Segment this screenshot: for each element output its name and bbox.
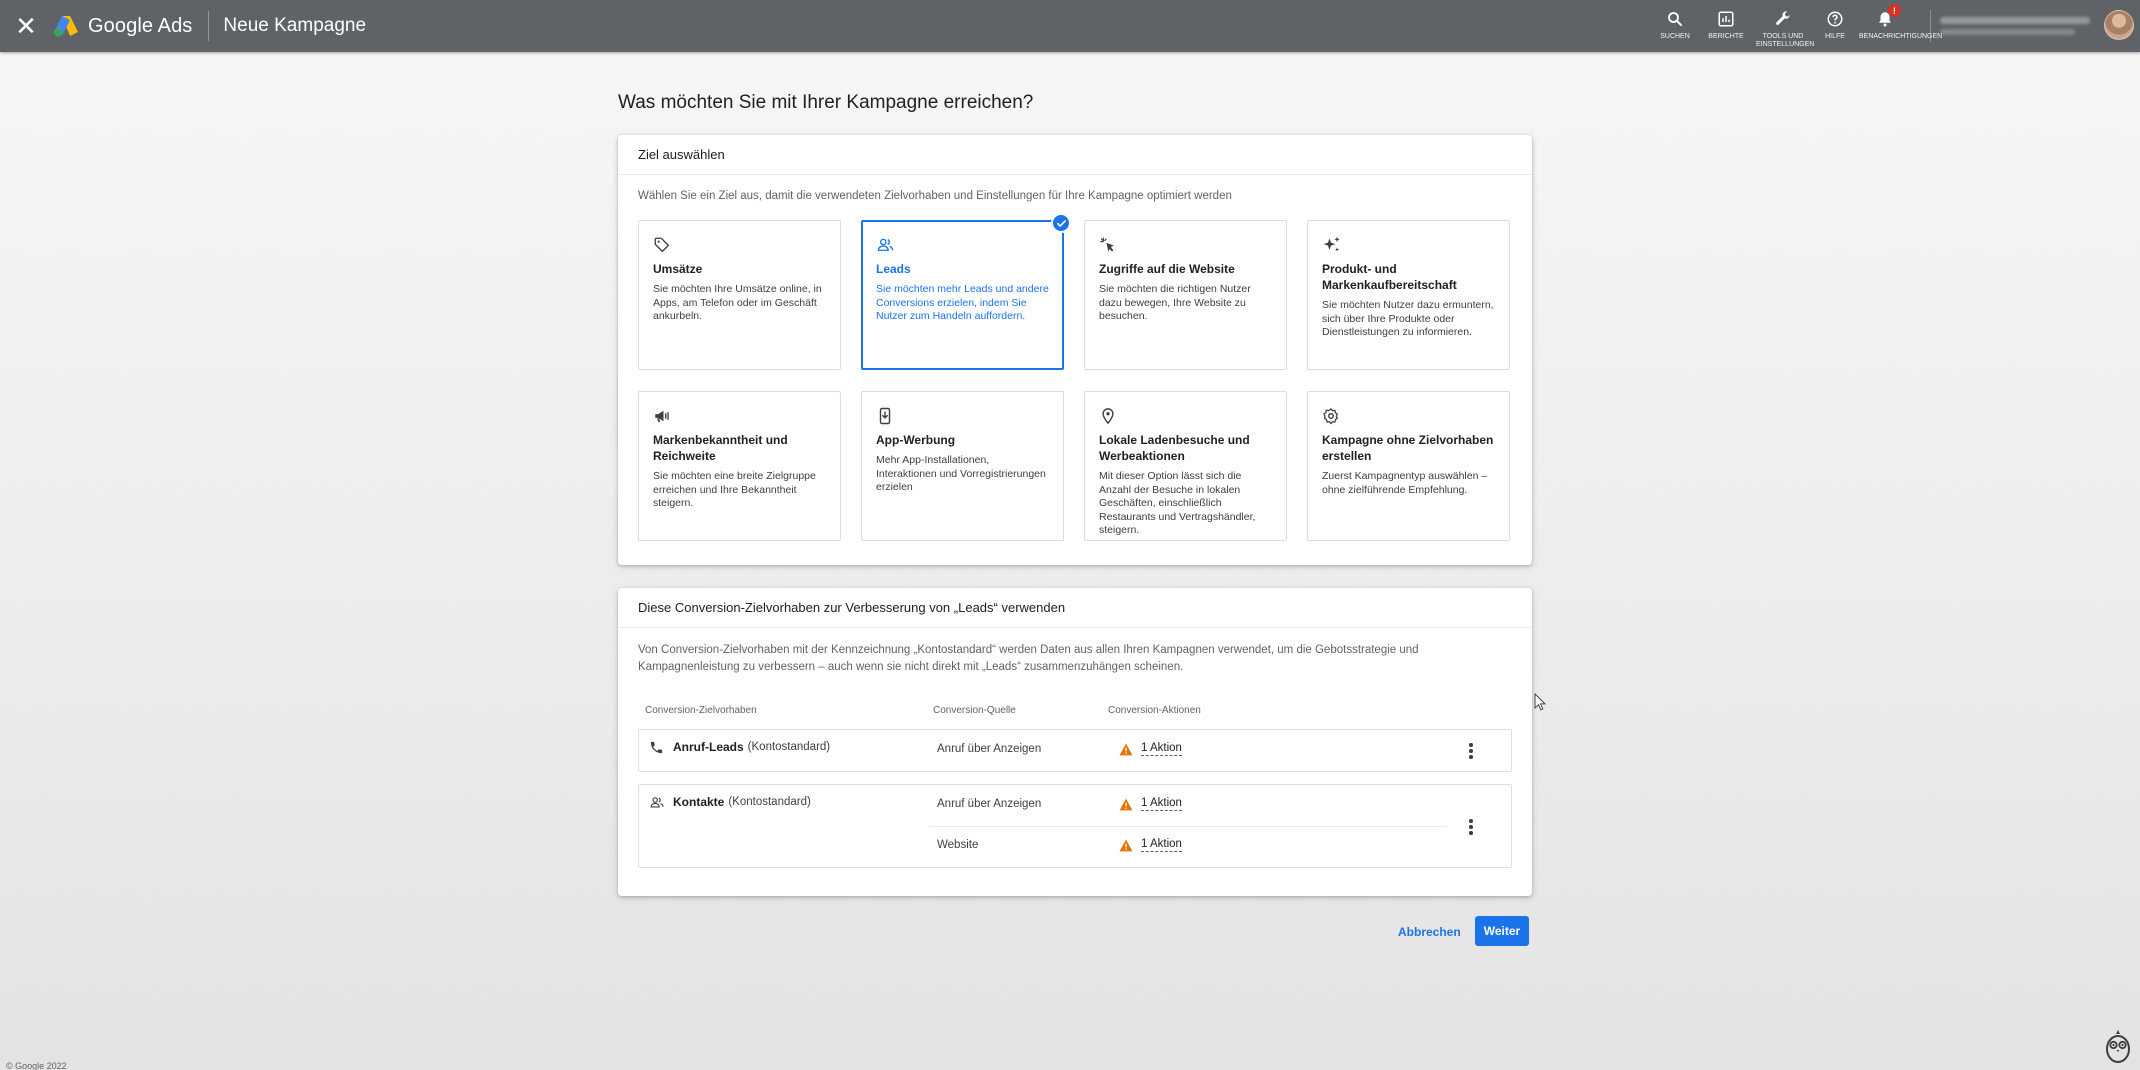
goal-tile-title: Produkt- und Markenkaufbereitschaft bbox=[1322, 262, 1457, 292]
goal-tile-title: Leads bbox=[876, 262, 911, 276]
conversion-source: Anruf über Anzeigen bbox=[937, 798, 1042, 810]
search-button[interactable]: SUCHEN bbox=[1650, 0, 1700, 52]
goal-selection-card: Ziel auswählen Wählen Sie ein Ziel aus, … bbox=[618, 135, 1532, 565]
goal-tile-no-goal[interactable]: Kampagne ohne Zielvorhaben erstellen Zue… bbox=[1307, 391, 1510, 541]
goal-tile-desc: Sie möchten mehr Leads und andere Conver… bbox=[876, 283, 1049, 322]
goal-tile-sales[interactable]: Umsätze Sie möchten Ihre Umsätze online,… bbox=[638, 220, 841, 370]
page-title: Neue Kampagne bbox=[223, 15, 367, 36]
conversion-card-title: Diese Conversion-Zielvorhaben zur Verbes… bbox=[618, 588, 1532, 628]
goal-tile-website-traffic[interactable]: Zugriffe auf die Website Sie möchten die… bbox=[1084, 220, 1287, 370]
conversion-actions-count: 1 Aktion bbox=[1141, 838, 1182, 852]
goal-tile-title: Kampagne ohne Zielvorhaben erstellen bbox=[1322, 433, 1494, 463]
tools-label: TOOLS UND EINSTELLUNGEN bbox=[1756, 33, 1815, 48]
contacts-icon bbox=[649, 794, 665, 810]
conversion-goal-label: Anruf-Leads bbox=[673, 740, 744, 754]
next-button[interactable]: Weiter bbox=[1475, 916, 1529, 946]
owl-icon[interactable] bbox=[2103, 1028, 2133, 1064]
row-menu-icon[interactable] bbox=[1463, 741, 1479, 761]
conversion-actions-link[interactable]: 1 Aktion bbox=[1119, 838, 1182, 852]
megaphone-icon bbox=[653, 406, 673, 426]
top-actions: SUCHEN BERICHTE TOOLS UND EINSTELLUNGEN … bbox=[1650, 0, 1943, 52]
account-default-tag: (Kontostandard) bbox=[747, 741, 831, 753]
notifications-button[interactable]: ! BENACHRICHTIGUNGEN bbox=[1856, 0, 1943, 52]
people-icon bbox=[876, 235, 896, 255]
column-header-actions: Conversion-Aktionen bbox=[1108, 705, 1201, 716]
goal-tile-title: Zugriffe auf die Website bbox=[1099, 262, 1235, 276]
goal-tile-app-promotion[interactable]: App-Werbung Mehr App-Installationen, Int… bbox=[861, 391, 1064, 541]
notification-badge: ! bbox=[1887, 4, 1901, 17]
goal-tile-leads[interactable]: Leads Sie möchten mehr Leads und andere … bbox=[861, 213, 1071, 370]
close-icon[interactable]: ✕ bbox=[0, 0, 52, 52]
mouse-cursor-icon bbox=[1534, 693, 1546, 711]
column-header-source: Conversion-Quelle bbox=[933, 705, 1016, 716]
header-divider bbox=[208, 11, 210, 41]
gear-icon bbox=[1322, 406, 1342, 426]
table-row: Kontakte (Kontostandard) Anruf über Anze… bbox=[638, 784, 1512, 868]
row-divider bbox=[929, 826, 1447, 827]
google-ads-logo-icon bbox=[53, 16, 78, 37]
top-app-bar: ✕ Google Ads Neue Kampagne SUCHEN BERICH… bbox=[0, 0, 2140, 52]
goal-card-title: Ziel auswählen bbox=[618, 135, 1532, 175]
sparkle-icon bbox=[1322, 235, 1342, 255]
account-divider bbox=[1930, 10, 1931, 42]
goal-tile-local-visits[interactable]: Lokale Ladenbesuche und Werbeaktionen Mi… bbox=[1084, 391, 1287, 541]
goal-tile-title: Markenbekanntheit und Reichweite bbox=[653, 433, 788, 463]
tag-icon bbox=[653, 235, 673, 255]
wrench-icon bbox=[1772, 8, 1794, 30]
cursor-click-icon bbox=[1099, 235, 1119, 255]
conversion-goals-card: Diese Conversion-Zielvorhaben zur Verbes… bbox=[618, 588, 1532, 896]
help-label: HILFE bbox=[1825, 33, 1845, 40]
account-default-tag: (Kontostandard) bbox=[728, 796, 811, 808]
conversion-goal-label: Kontakte bbox=[673, 795, 725, 809]
conversion-actions-link[interactable]: 1 Aktion bbox=[1119, 742, 1182, 756]
help-icon bbox=[1824, 8, 1846, 30]
location-pin-icon bbox=[1099, 406, 1119, 426]
avatar[interactable] bbox=[2104, 10, 2134, 40]
account-info-redacted[interactable] bbox=[1940, 12, 2090, 40]
phone-icon bbox=[649, 739, 665, 755]
reports-icon bbox=[1715, 8, 1737, 30]
warning-icon bbox=[1119, 839, 1133, 851]
conversion-actions-link[interactable]: 1 Aktion bbox=[1119, 797, 1182, 811]
reports-label: BERICHTE bbox=[1708, 33, 1744, 40]
goal-tile-title: Umsätze bbox=[653, 262, 703, 276]
warning-icon bbox=[1119, 743, 1133, 755]
conversion-card-description: Von Conversion-Zielvorhaben mit der Kenn… bbox=[638, 644, 1419, 673]
goal-tile-desc: Sie möchten eine breite Zielgruppe errei… bbox=[653, 470, 816, 509]
goal-tile-title: App-Werbung bbox=[876, 433, 956, 447]
tools-button[interactable]: TOOLS UND EINSTELLUNGEN bbox=[1752, 0, 1814, 52]
conversion-actions-count: 1 Aktion bbox=[1141, 797, 1182, 811]
help-button[interactable]: HILFE bbox=[1814, 0, 1856, 52]
conversion-goal-name: Kontakte (Kontostandard) bbox=[649, 794, 811, 810]
app-name: Google Ads bbox=[88, 14, 193, 37]
goal-tile-desc: Sie möchten Nutzer dazu ermuntern, sich … bbox=[1322, 299, 1494, 338]
goal-tile-desc: Mehr App-Installationen, Interaktionen u… bbox=[876, 454, 1046, 493]
goal-card-description: Wählen Sie ein Ziel aus, damit die verwe… bbox=[638, 190, 1232, 202]
notifications-label: BENACHRICHTIGUNGEN bbox=[1859, 33, 1943, 40]
cancel-button[interactable]: Abbrechen bbox=[1390, 918, 1469, 946]
goal-tile-product-brand[interactable]: Produkt- und Markenkaufbereitschaft Sie … bbox=[1307, 220, 1510, 370]
reports-button[interactable]: BERICHTE bbox=[1700, 0, 1752, 52]
table-row: Anruf-Leads (Kontostandard) Anruf über A… bbox=[638, 729, 1512, 772]
goal-tile-desc: Sie möchten Ihre Umsätze online, in Apps… bbox=[653, 283, 822, 322]
selected-check-icon bbox=[1051, 213, 1071, 233]
conversion-goal-name: Anruf-Leads (Kontostandard) bbox=[649, 739, 830, 755]
goal-tile-desc: Zuerst Kampagnentyp auswählen – ohne zie… bbox=[1322, 470, 1488, 496]
warning-icon bbox=[1119, 798, 1133, 810]
phone-app-icon bbox=[876, 406, 896, 426]
copyright-text: © Google 2022 bbox=[6, 1061, 67, 1070]
page-heading: Was möchten Sie mit Ihrer Kampagne errei… bbox=[618, 92, 1034, 113]
goal-tile-desc: Sie möchten die richtigen Nutzer dazu be… bbox=[1099, 283, 1251, 322]
goal-tile-title: Lokale Ladenbesuche und Werbeaktionen bbox=[1099, 433, 1250, 463]
conversion-actions-count: 1 Aktion bbox=[1141, 742, 1182, 756]
goal-tile-desc: Mit dieser Option lässt sich die Anzahl … bbox=[1099, 470, 1256, 536]
goal-tile-brand-awareness[interactable]: Markenbekanntheit und Reichweite Sie möc… bbox=[638, 391, 841, 541]
search-icon bbox=[1664, 8, 1686, 30]
column-header-goal: Conversion-Zielvorhaben bbox=[645, 705, 757, 716]
row-menu-icon[interactable] bbox=[1463, 817, 1479, 837]
conversion-source: Anruf über Anzeigen bbox=[937, 743, 1042, 755]
search-label: SUCHEN bbox=[1660, 33, 1690, 40]
conversion-source: Website bbox=[937, 839, 979, 851]
google-ads-logo: Google Ads bbox=[52, 14, 192, 38]
